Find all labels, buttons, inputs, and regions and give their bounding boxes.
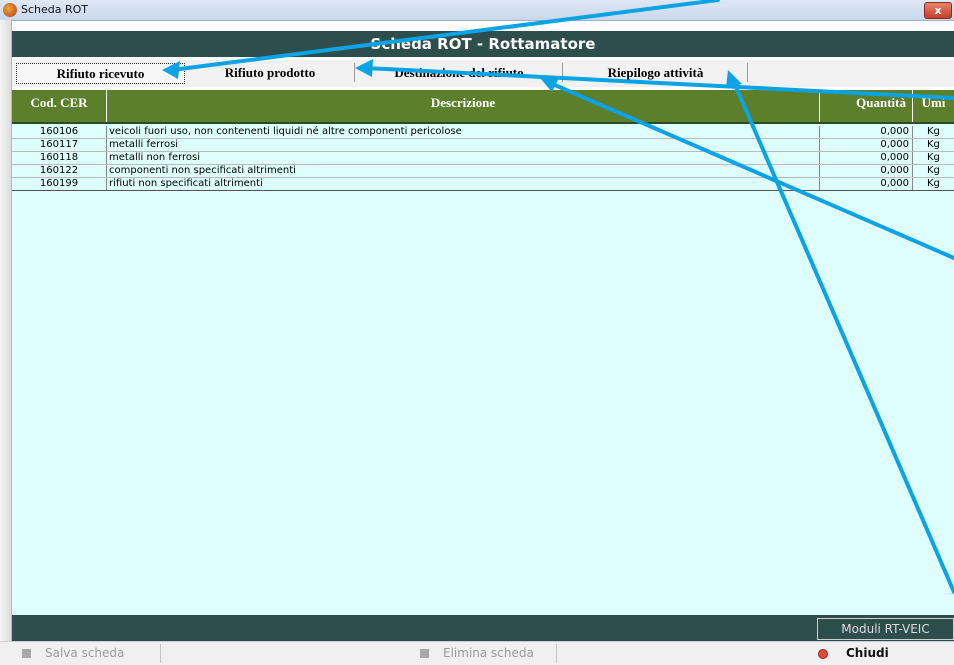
cell-unit: Kg — [927, 178, 940, 189]
save-button[interactable]: Salva scheda — [22, 642, 124, 665]
bottom-toolbar: Salva scheda Elimina scheda Chiudi — [0, 641, 954, 665]
cell-quantity: 0,000 — [820, 126, 913, 138]
tab-riepilogo-attivita[interactable]: Riepilogo attività — [564, 63, 748, 82]
cell-description: metalli ferrosi — [107, 139, 820, 151]
table-row[interactable]: 160118 metalli non ferrosi 0,000 Kg — [12, 152, 954, 165]
cell-code: 160118 — [12, 152, 107, 164]
grid-body[interactable]: 160106 veicoli fuori uso, non contenenti… — [12, 122, 954, 615]
cell-code: 160117 — [12, 139, 107, 151]
save-icon — [22, 649, 31, 658]
column-header-cod-cer[interactable]: Cod. CER — [12, 90, 107, 122]
cell-quantity: 0,000 — [820, 139, 913, 151]
cell-unit: Kg — [927, 152, 940, 163]
tab-rifiuto-prodotto[interactable]: Rifiuto prodotto — [186, 63, 355, 82]
cell-code: 160122 — [12, 165, 107, 177]
tab-rifiuto-ricevuto[interactable]: Rifiuto ricevuto — [16, 63, 185, 84]
column-header-descrizione[interactable]: Descrizione — [107, 90, 820, 122]
table-row[interactable]: 160106 veicoli fuori uso, non contenenti… — [12, 126, 954, 139]
cell-description: metalli non ferrosi — [107, 152, 820, 164]
moduli-rt-veic-button[interactable]: Moduli RT-VEIC — [817, 618, 954, 640]
cell-description: veicoli fuori uso, non contenenti liquid… — [107, 126, 820, 138]
left-scrollbar — [0, 20, 12, 664]
cell-unit: Kg — [927, 126, 940, 137]
footer-bar: Moduli RT-VEIC — [12, 615, 954, 641]
cell-description: componenti non specificati altrimenti — [107, 165, 820, 177]
column-header-umi[interactable]: Umi — [913, 90, 954, 122]
close-icon — [818, 648, 828, 659]
table-row[interactable]: 160122 componenti non specificati altrim… — [12, 165, 954, 178]
page-title: Scheda ROT - Rottamatore — [12, 31, 954, 57]
cell-quantity: 0,000 — [820, 165, 913, 177]
separator — [160, 644, 161, 663]
column-header-quantita[interactable]: Quantità — [820, 90, 913, 122]
cell-unit: Kg — [927, 165, 940, 176]
cell-unit: Kg — [927, 139, 940, 150]
tab-destinazione-del-rifiuto[interactable]: Destinazione del rifiuto — [356, 63, 563, 82]
cell-quantity: 0,000 — [820, 152, 913, 164]
tab-bar: Rifiuto ricevuto Rifiuto prodotto Destin… — [12, 60, 954, 87]
delete-icon — [420, 649, 429, 658]
cell-quantity: 0,000 — [820, 178, 913, 190]
delete-button[interactable]: Elimina scheda — [420, 642, 534, 665]
close-window-button[interactable]: x — [924, 2, 952, 19]
window-title: Scheda ROT — [21, 3, 89, 16]
table-row[interactable]: 160199 rifiuti non specificati altriment… — [12, 178, 954, 191]
delete-button-label: Elimina scheda — [443, 646, 534, 660]
table-row[interactable]: 160117 metalli ferrosi 0,000 Kg — [12, 139, 954, 152]
cell-code: 160106 — [12, 126, 107, 138]
save-button-label: Salva scheda — [45, 646, 125, 660]
grid-header: Cod. CER Descrizione Quantità Umi — [12, 90, 954, 122]
cell-description: rifiuti non specificati altrimenti — [107, 178, 820, 190]
close-button[interactable]: Chiudi — [818, 642, 889, 665]
app-icon — [3, 3, 17, 17]
close-button-label: Chiudi — [846, 646, 889, 660]
window-titlebar: Scheda ROT x — [0, 0, 954, 21]
separator — [556, 644, 557, 663]
cell-code: 160199 — [12, 178, 107, 190]
